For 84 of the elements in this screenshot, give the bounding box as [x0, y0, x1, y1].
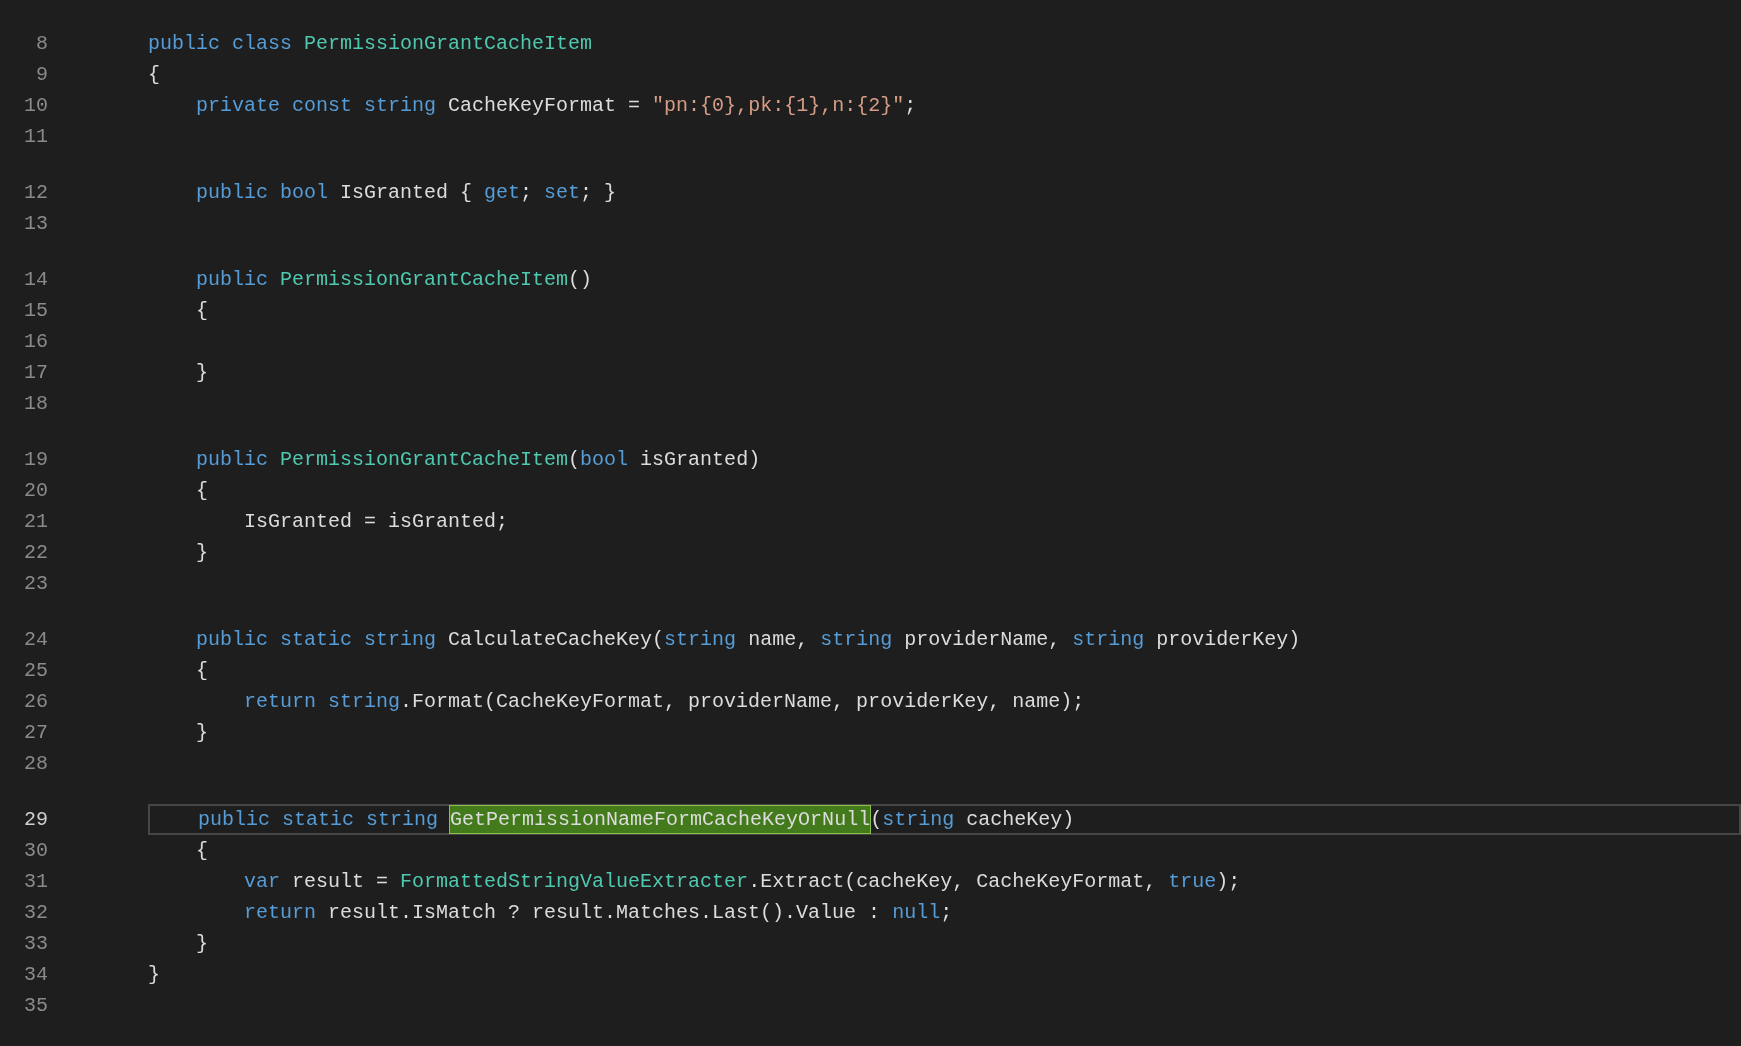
- line-number: 35: [23, 993, 48, 1019]
- line-number: 30: [23, 838, 48, 864]
- line-number: 17: [23, 360, 48, 386]
- keyword-text: set: [544, 180, 581, 206]
- line-number: 10: [23, 93, 48, 119]
- line-number: 9: [35, 62, 48, 88]
- keyword-text: return: [243, 900, 318, 926]
- code-text: ;: [520, 180, 534, 206]
- code-text: {: [195, 658, 208, 684]
- line-number: 27: [23, 720, 48, 746]
- code-text: ; }: [580, 180, 617, 206]
- code-text: (: [870, 807, 883, 833]
- line-number: 29: [23, 807, 48, 833]
- code-text: CacheKeyFormat =: [448, 93, 642, 119]
- keyword-text: string: [664, 627, 738, 653]
- line-number: 15: [23, 298, 48, 324]
- code-text: {: [195, 298, 208, 324]
- keyword-text: string: [1072, 627, 1146, 653]
- highlighted-identifier: GetPermissionNameFormCacheKeyOrNull: [450, 806, 871, 833]
- line-number: 18: [23, 391, 48, 417]
- line-number: 14: [23, 267, 48, 293]
- code-text: IsGranted = isGranted;: [243, 509, 509, 535]
- keyword-text: public static string: [197, 807, 440, 833]
- line-number: 28: [23, 751, 48, 777]
- keyword-text: public: [195, 267, 270, 293]
- line-number: 21: [23, 509, 48, 535]
- type-name-text: PermissionGrantCacheItem: [280, 267, 569, 293]
- code-text: ;: [904, 93, 917, 119]
- line-number: 8: [35, 31, 48, 57]
- keyword-text: public bool: [195, 180, 330, 206]
- line-number: 13: [23, 211, 48, 237]
- code-text: {: [195, 478, 208, 504]
- code-text: ;: [940, 900, 953, 926]
- line-number: 26: [23, 689, 48, 715]
- keyword-text: string: [882, 807, 956, 833]
- keyword-text: public class: [148, 31, 294, 57]
- code-text: }: [195, 931, 208, 957]
- code-text: }: [195, 360, 208, 386]
- code-text: name,: [748, 627, 810, 653]
- code-text: result =: [292, 869, 390, 895]
- string-literal: "pn:{0},pk:{1},n:{2}": [652, 93, 905, 119]
- keyword-text: get: [484, 180, 521, 206]
- code-text: .Format(CacheKeyFormat, providerName, providerKey, name);: [400, 689, 1085, 715]
- line-number: 20: [23, 478, 48, 504]
- line-number: 32: [23, 900, 48, 926]
- line-number: 34: [23, 962, 48, 988]
- line-number: 12: [23, 180, 48, 206]
- code-text: {: [195, 838, 208, 864]
- code-text: }: [148, 962, 160, 988]
- keyword-text: null: [892, 900, 941, 926]
- line-number: 31: [23, 869, 48, 895]
- code-text: }: [195, 720, 208, 746]
- keyword-text: var: [243, 869, 282, 895]
- line-number: 23: [23, 571, 48, 597]
- code-text: (: [568, 447, 581, 473]
- code-text: IsGranted {: [340, 180, 474, 206]
- keyword-text: public static string: [195, 627, 438, 653]
- code-text: isGranted): [640, 447, 761, 473]
- code-text: providerName,: [904, 627, 1062, 653]
- code-text: cacheKey): [966, 807, 1075, 833]
- keyword-text: private const string: [195, 93, 438, 119]
- line-number: 11: [23, 124, 48, 150]
- line-number: 24: [23, 627, 48, 653]
- keyword-text: string: [820, 627, 894, 653]
- keyword-text: return string: [243, 689, 401, 715]
- code-text: }: [195, 540, 208, 566]
- code-text: CalculateCacheKey(: [448, 627, 665, 653]
- type-name-text: FormattedStringValueExtracter: [400, 869, 749, 895]
- code-text: );: [1216, 869, 1241, 895]
- code-text: result.IsMatch ? result.Matches.Last().Value :: [328, 900, 882, 926]
- line-number: 25: [23, 658, 48, 684]
- line-number: 16: [23, 329, 48, 355]
- line-number: 22: [23, 540, 48, 566]
- line-number: 33: [23, 931, 48, 957]
- keyword-text: bool: [580, 447, 630, 473]
- keyword-text: true: [1168, 869, 1217, 895]
- keyword-text: public: [195, 447, 270, 473]
- line-number: 19: [23, 447, 48, 473]
- code-text: {: [148, 62, 160, 88]
- code-text: (): [568, 267, 593, 293]
- code-text: providerKey): [1156, 627, 1301, 653]
- type-name-text: PermissionGrantCacheItem: [280, 447, 569, 473]
- type-name-text: PermissionGrantCacheItem: [304, 31, 593, 57]
- code-text: .Extract(cacheKey, CacheKeyFormat,: [748, 869, 1158, 895]
